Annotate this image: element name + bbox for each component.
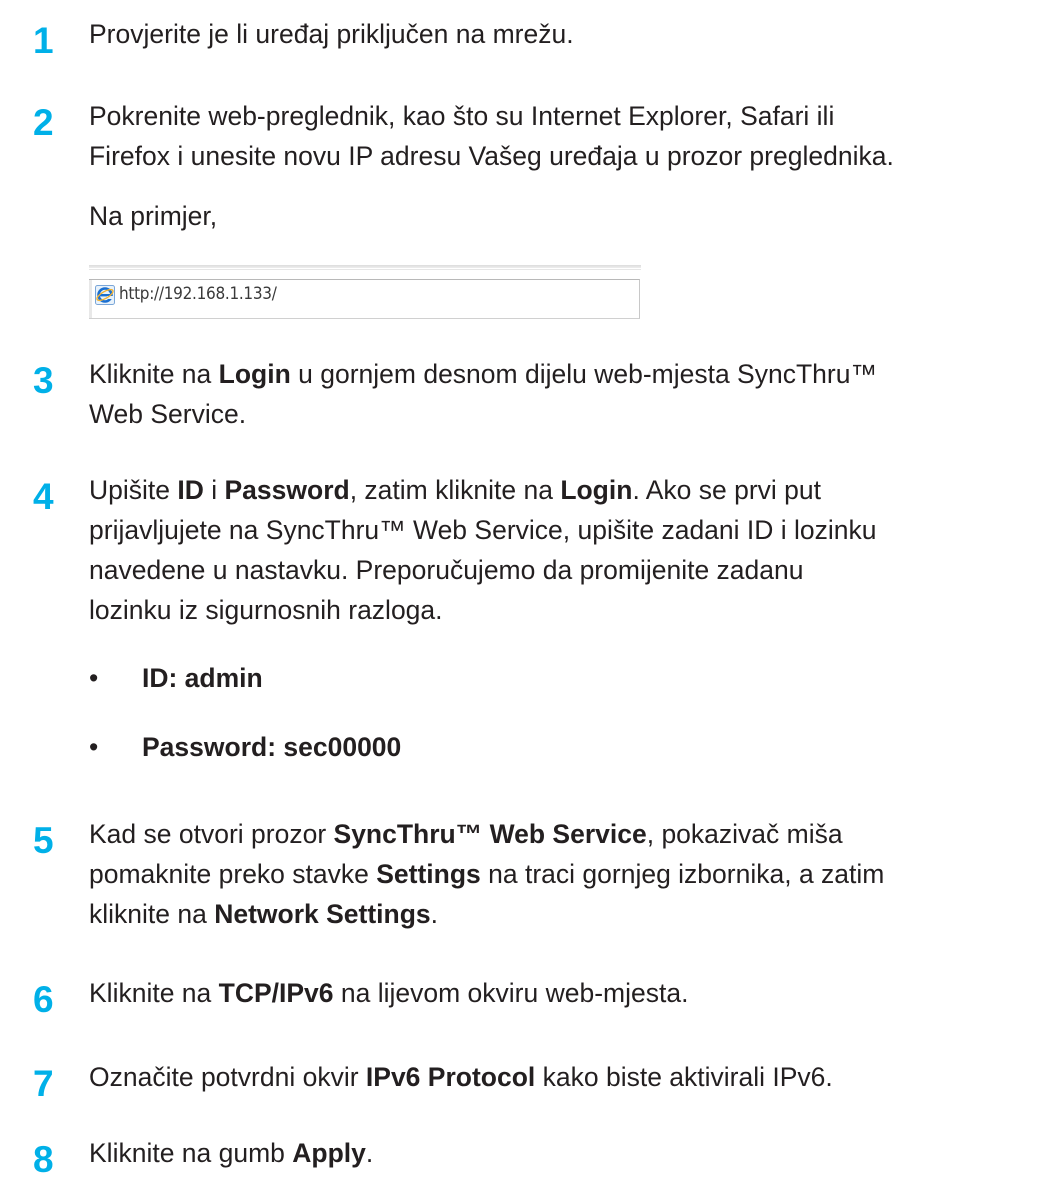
text-run: Kliknite na <box>89 978 219 1008</box>
text-run-bold: Login <box>218 359 291 389</box>
text-run: na lijevom okviru web-mjesta. <box>333 978 689 1008</box>
text-run-bold: SyncThru™ Web Service <box>333 819 647 849</box>
step-text-line-3: kliknite na Network Settings. <box>89 894 1044 934</box>
step-text-line-1: Kliknite na Login u gornjem desnom dijel… <box>89 354 1044 394</box>
step-number: 2 <box>33 102 54 143</box>
text-run-bold: Apply <box>292 1138 366 1168</box>
text-run-bold: Login <box>560 475 633 505</box>
step-text: Označite potvrdni okvir IPv6 Protocol ka… <box>89 1057 1044 1097</box>
step-text-line-3: navedene u nastavku. Preporučujemo da pr… <box>89 555 804 585</box>
text-run: Kliknite na <box>89 359 219 389</box>
url-text: http://192.168.1.133/ <box>119 284 277 304</box>
step-text-line-2: Firefox i unesite novu IP adresu Vašeg u… <box>89 141 894 171</box>
step-number: 8 <box>33 1139 54 1180</box>
step-text: Kliknite na gumb Apply. <box>89 1133 1044 1173</box>
text-run: Označite potvrdni okvir <box>89 1062 366 1092</box>
text-run: . Ako se prvi put <box>632 475 821 505</box>
step-text-line-1: Upišite ID i Password, zatim kliknite na… <box>89 470 1044 510</box>
step-number: 3 <box>33 360 54 401</box>
text-run-bold: IPv6 Protocol <box>365 1062 536 1092</box>
text-run: kako biste aktivirali IPv6. <box>535 1062 833 1092</box>
bullet-text: Password: sec00000 <box>142 732 402 762</box>
text-run: Kad se otvori prozor <box>89 819 334 849</box>
text-run-bold: ID <box>177 475 204 505</box>
example-label: Na primjer, <box>89 201 218 231</box>
toolbar-edge <box>89 265 641 268</box>
text-run: na traci gornjeg izbornika, a zatim <box>480 859 885 889</box>
text-run: kliknite na <box>89 899 215 929</box>
text-run: pomaknite preko stavke <box>89 859 377 889</box>
text-run: Upišite <box>89 475 178 505</box>
step-text-line-1: Kad se otvori prozor SyncThru™ Web Servi… <box>89 814 1044 854</box>
bullet-icon: • <box>89 663 99 693</box>
step-number: 7 <box>33 1063 54 1104</box>
step-text-line-2: pomaknite preko stavke Settings na traci… <box>89 854 1044 894</box>
text-run: , pokazivač miša <box>646 819 843 849</box>
step-text: Kliknite na TCP/IPv6 na lijevom okviru w… <box>89 973 1044 1013</box>
text-run: u gornjem desnom dijelu web-mjesta SyncT… <box>290 359 877 389</box>
text-run: Kliknite na gumb <box>89 1138 293 1168</box>
text-run: . <box>430 899 439 929</box>
bullet-icon: • <box>89 732 99 762</box>
step-text-line-1: Pokrenite web-preglednik, kao što su Int… <box>89 101 835 131</box>
text-run-bold: Password <box>224 475 350 505</box>
toolbar-edge <box>89 269 641 270</box>
step-text-line-2: prijavljujete na SyncThru™ Web Service, … <box>89 515 877 545</box>
step-number: 5 <box>33 820 54 861</box>
text-run: . <box>365 1138 374 1168</box>
step-number: 6 <box>33 979 54 1020</box>
step-text: Provjerite je li uređaj priključen na mr… <box>89 19 574 49</box>
text-run-bold: TCP/IPv6 <box>218 978 334 1008</box>
browser-address-bar: http://192.168.1.133/ <box>89 265 641 319</box>
step-number: 1 <box>33 20 54 61</box>
bullet-text: ID: admin <box>142 663 263 693</box>
text-run-bold: Settings <box>376 859 481 889</box>
field-edge <box>89 280 92 318</box>
text-run: i <box>203 475 225 505</box>
url-field[interactable]: http://192.168.1.133/ <box>89 279 640 319</box>
text-run-bold: Network Settings <box>214 899 431 929</box>
step-text-line-4: lozinku iz sigurnosnih razloga. <box>89 595 443 625</box>
internet-explorer-icon <box>95 285 115 305</box>
step-number: 4 <box>33 476 54 517</box>
step-text-line-2: Web Service. <box>89 399 247 429</box>
text-run: , zatim kliknite na <box>349 475 561 505</box>
